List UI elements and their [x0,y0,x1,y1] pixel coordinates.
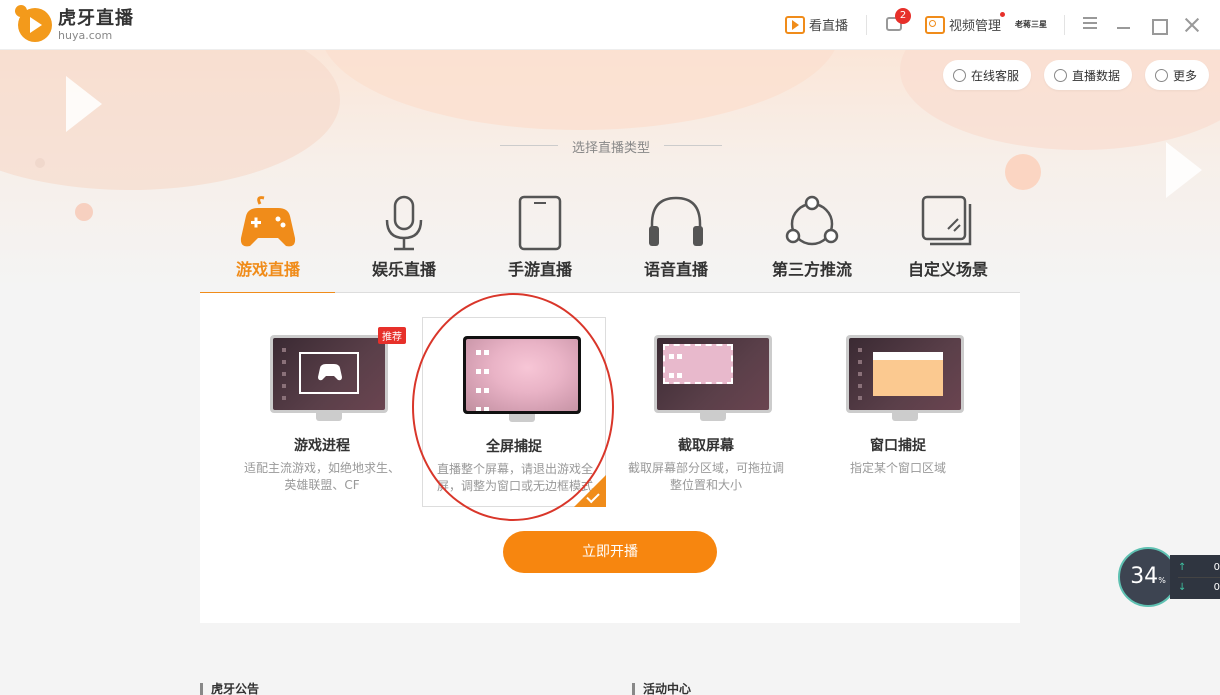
microphone-icon [385,195,423,251]
tab-mobile-game-live[interactable]: 手游直播 [472,190,608,293]
monitor-stand [316,413,342,421]
monitor-stand [700,413,726,421]
card-desc: 指定某个窗口区域 [849,461,946,475]
watch-live-button[interactable]: 看直播 [785,15,848,34]
live-data-button[interactable]: 直播数据 [1044,60,1133,90]
card-title: 游戏进程 [294,438,350,454]
message-badge: 2 [895,8,911,24]
headphones-icon [649,196,703,246]
start-live-button[interactable]: 立即开播 [503,531,717,573]
notification-dot [1000,12,1005,17]
online-service-label: 在线客服 [971,68,1020,83]
section-title: 选择直播类型 [500,137,722,156]
user-avatar[interactable]: 老蒋三星 [1015,19,1047,30]
card-title: 窗口捕捉 [870,438,926,454]
menu-icon[interactable] [1080,14,1100,34]
play-icon [785,15,805,34]
video-manage-button[interactable]: 视频管理 [925,15,1001,34]
minimize-icon[interactable] [1114,15,1134,35]
decor-blob [320,50,840,130]
percent-unit: % [1158,576,1166,585]
card-window-capture[interactable]: 窗口捕捉 指定某个窗口区域 [806,317,990,507]
monitor-illustration [654,335,772,413]
tab-voice-live[interactable]: 语音直播 [608,190,744,293]
cpu-percent: 34 [1130,564,1159,589]
activity-center-heading[interactable]: 活动中心 [632,683,691,695]
monitor-illustration [270,335,388,413]
upload-arrow-icon: ↑ [1178,561,1187,573]
recommend-badge: 推荐 [378,327,406,344]
tab-third-party-stream[interactable]: 第三方推流 [744,190,880,293]
download-arrow-icon: ↓ [1178,582,1187,593]
upload-speed: 0 [1213,561,1220,573]
close-icon[interactable] [1182,15,1202,35]
layers-icon [921,195,972,246]
logo-text-cn: 虎牙直播 [58,7,134,29]
tab-label: 第三方推流 [771,260,852,279]
decor-triangle [66,76,102,132]
card-desc: 适配主流游戏，如绝地求生、英雄联盟、CF [243,461,400,492]
download-speed: 0 [1213,582,1220,593]
live-data-label: 直播数据 [1072,68,1121,83]
decor-circle [35,158,45,168]
network-speed-panel: ↑ 0 ↓ 0 [1170,555,1220,599]
divider [1064,15,1065,35]
tab-entertainment-live[interactable]: 娱乐直播 [336,190,472,293]
pie-chart-icon [1054,68,1067,82]
watch-live-label: 看直播 [809,19,849,34]
headset-icon [953,68,966,82]
announcement-heading[interactable]: 虎牙公告 [200,683,259,695]
tab-label: 手游直播 [507,260,572,279]
tab-label: 游戏直播 [235,260,300,279]
card-desc: 截取屏幕部分区域，可拖拉调整位置和大小 [627,461,784,492]
divider [866,15,867,35]
tab-label: 娱乐直播 [371,260,436,279]
highlight-circle [412,293,614,521]
cpu-gauge[interactable]: 34% [1118,547,1178,607]
gamepad-icon [240,196,296,247]
tab-game-live[interactable]: 游戏直播 [200,190,336,295]
monitor-stand [892,413,918,421]
more-dots-icon [1155,68,1168,82]
card-game-process[interactable]: 推荐 游戏进程 适配主流游戏，如绝地求生、英雄联盟、CF [230,317,414,507]
video-manage-icon [925,15,945,34]
decor-circle [1005,154,1041,190]
online-service-button[interactable]: 在线客服 [943,60,1032,90]
title-bar: 虎牙直播 huya.com 看直播 2 视频管理 老蒋三星 [0,0,1220,50]
decor-blob [0,50,340,190]
more-label: 更多 [1173,68,1198,83]
maximize-icon[interactable] [1148,15,1168,35]
gamepad-icon [318,364,342,381]
capture-mode-panel: 推荐 游戏进程 适配主流游戏，如绝地求生、英雄联盟、CF 全屏捕捉 直播整个屏幕… [200,293,1020,623]
more-button[interactable]: 更多 [1145,60,1210,90]
card-screen-region[interactable]: 截取屏幕 截取屏幕部分区域，可拖拉调整位置和大小 [614,317,798,507]
logo-text-en: huya.com [58,28,113,42]
tab-custom-scene[interactable]: 自定义场景 [880,190,1016,293]
huya-logo[interactable]: 虎牙直播 huya.com [18,8,134,42]
monitor-illustration [846,335,964,413]
tablet-icon [518,195,562,251]
card-title: 截取屏幕 [678,438,734,454]
tab-label: 自定义场景 [907,260,988,279]
share-icon [785,195,839,246]
decor-triangle [1166,142,1202,198]
video-manage-label: 视频管理 [949,19,1002,34]
live-type-tabs: 游戏直播 娱乐直播 手游直播 语音直播 第三方推流 自定义场景 [200,190,1020,295]
tab-label: 语音直播 [643,260,708,279]
huya-logo-icon [18,8,52,42]
decor-circle [75,203,93,221]
